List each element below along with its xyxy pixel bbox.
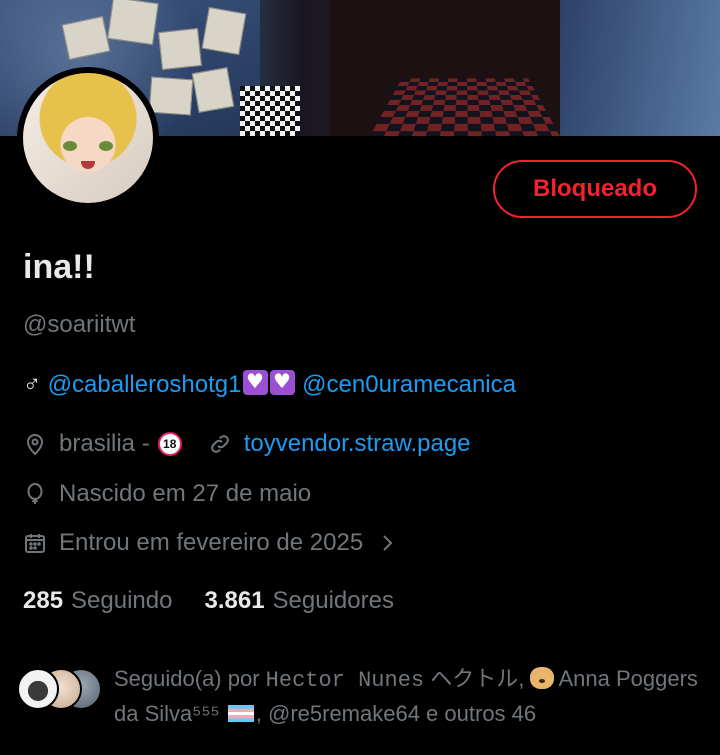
blocked-button[interactable]: Bloqueado: [493, 160, 697, 218]
avatar-image: [23, 73, 153, 203]
following-stat[interactable]: 285 Seguindo: [23, 587, 172, 615]
avatar-eye: [63, 141, 77, 151]
banner-checker-strip: [240, 86, 300, 136]
dog-face-icon: [530, 667, 555, 689]
following-label: Seguindo: [71, 587, 173, 614]
profile-handle: @soariitwt: [23, 311, 136, 338]
calendar-icon: [25, 534, 45, 553]
purple-heart-icon: [269, 369, 295, 395]
birthday-text: Nascido em 27 de maio: [59, 480, 312, 507]
balloon-icon: [27, 483, 43, 504]
age-restriction-badge: 18: [157, 432, 182, 456]
follower-others: , @re5remake64 e outros 46: [255, 701, 537, 726]
profile-name: ina!!: [23, 248, 95, 286]
location-text: brasilia -: [59, 430, 150, 457]
banner-poster: [201, 7, 247, 55]
followers-count: 3.861: [204, 587, 265, 614]
profile-location-row: brasilia - 18 toyvendor.straw.page: [23, 430, 471, 458]
profile-avatar[interactable]: [17, 67, 159, 209]
bio-mention-link[interactable]: @caballeroshotg1: [48, 371, 242, 398]
follower-avatar[interactable]: [17, 668, 59, 710]
location-pin-icon: [26, 434, 44, 456]
followed-by-text[interactable]: Seguido(a) por Hector Nunes ヘクトル, Anna P…: [114, 662, 704, 730]
followers-label: Seguidores: [272, 587, 394, 614]
purple-heart-icon: [242, 369, 268, 395]
follower-name-suffix: ヘクトル,: [430, 666, 525, 691]
avatar-eye: [99, 141, 113, 151]
profile-stats: 285 Seguindo 3.861 Seguidores: [23, 587, 394, 615]
followed-by-prefix: Seguido(a) por: [114, 666, 260, 691]
banner-poster: [158, 28, 202, 70]
banner-poster: [191, 67, 235, 113]
profile-joined-row[interactable]: Entrou em fevereiro de 2025: [23, 529, 397, 557]
banner-checkered-floor: [370, 78, 560, 136]
link-icon: [210, 435, 229, 453]
avatar-mouth: [81, 161, 95, 169]
joined-text: Entrou em fevereiro de 2025: [59, 529, 364, 556]
bio-mention-link[interactable]: @cen0uramecanica: [302, 371, 516, 398]
followers-stat[interactable]: 3.861 Seguidores: [204, 587, 393, 615]
chevron-right-icon[interactable]: [377, 531, 397, 555]
follower-name: Hector Nunes: [265, 668, 425, 693]
banner-poster: [107, 0, 159, 45]
gender-symbol: ♂: [23, 371, 41, 398]
website-link[interactable]: toyvendor.straw.page: [244, 430, 471, 458]
banner-wall-right: [560, 0, 720, 136]
transgender-flag-icon: [227, 705, 254, 722]
banner-poster: [148, 76, 194, 116]
profile-birthday-row: Nascido em 27 de maio: [23, 480, 311, 508]
following-count: 285: [23, 587, 64, 614]
profile-bio: ♂ @caballeroshotg1 @cen0uramecanica: [23, 369, 516, 399]
